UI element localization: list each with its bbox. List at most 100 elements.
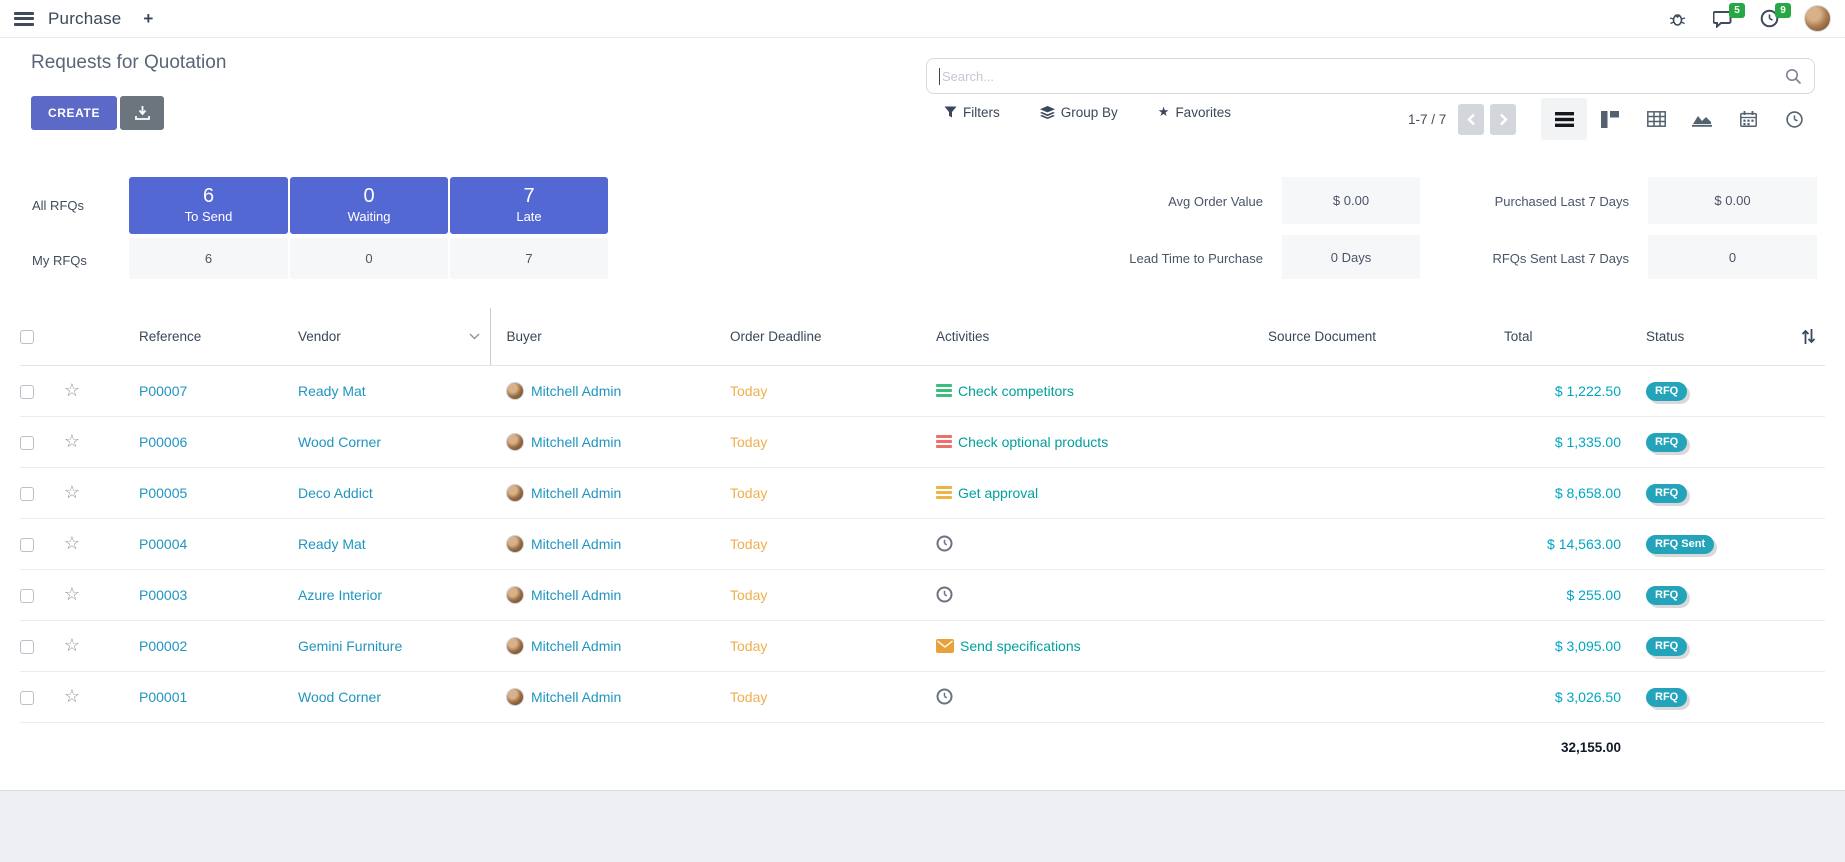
rfqs-sent-tile[interactable]: 0 [1648,235,1817,279]
table-footer-row: 32,155.00 [20,722,1825,773]
select-all-checkbox[interactable] [20,330,34,344]
vendor-link[interactable]: Gemini Furniture [298,638,402,654]
tile-my-to-send[interactable]: 6 [129,238,288,279]
header-order-deadline[interactable]: Order Deadline [714,308,924,365]
tile-late[interactable]: 7 Late [450,177,608,234]
activity-link[interactable]: Get approval [958,485,1038,501]
view-kanban-button[interactable] [1587,98,1633,140]
buyer-link[interactable]: Mitchell Admin [531,587,621,603]
view-list-button[interactable] [1541,98,1587,140]
row-checkbox[interactable] [20,589,34,603]
favorite-star-icon[interactable]: ☆ [64,686,80,706]
activity-list-icon[interactable] [936,435,952,449]
buyer-link[interactable]: Mitchell Admin [531,485,621,501]
table-row[interactable]: ☆ P00004 Ready Mat Mitchell Admin Today … [20,518,1825,569]
debug-bug-icon[interactable] [1666,8,1688,30]
header-reference[interactable]: Reference [98,308,268,365]
tile-my-late[interactable]: 7 [450,238,608,279]
table-row[interactable]: ☆ P00006 Wood Corner Mitchell Admin Toda… [20,416,1825,467]
search-input[interactable] [942,69,1785,84]
export-button[interactable] [120,96,164,130]
favorites-button[interactable]: ★ Favorites [1158,104,1231,120]
reference-link[interactable]: P00002 [139,638,187,654]
vendor-link[interactable]: Deco Addict [298,485,373,501]
star-icon: ★ [1158,104,1170,120]
view-calendar-button[interactable] [1725,98,1771,140]
my-rfqs-label: My RFQs [32,253,87,268]
table-row[interactable]: ☆ P00002 Gemini Furniture Mitchell Admin… [20,620,1825,671]
view-activity-button[interactable] [1771,98,1817,140]
favorite-star-icon[interactable]: ☆ [64,380,80,400]
row-checkbox[interactable] [20,538,34,552]
pager-next-button[interactable] [1490,104,1516,135]
reference-link[interactable]: P00001 [139,689,187,705]
buyer-link[interactable]: Mitchell Admin [531,689,621,705]
buyer-link[interactable]: Mitchell Admin [531,383,621,399]
header-source-document[interactable]: Source Document [1254,308,1504,365]
activity-link[interactable]: Check optional products [958,434,1108,450]
favorite-star-icon[interactable]: ☆ [64,482,80,502]
vendor-link[interactable]: Wood Corner [298,434,381,450]
view-pivot-button[interactable] [1633,98,1679,140]
vendor-link[interactable]: Wood Corner [298,689,381,705]
activity-list-icon[interactable] [936,384,952,398]
header-status[interactable]: Status [1621,308,1791,365]
favorite-star-icon[interactable]: ☆ [64,635,80,655]
reference-link[interactable]: P00005 [139,485,187,501]
new-tab-button[interactable]: + [143,9,153,29]
reference-link[interactable]: P00007 [139,383,187,399]
total-amount: $ 3,026.50 [1555,689,1621,705]
favorite-star-icon[interactable]: ☆ [64,431,80,451]
pager-previous-button[interactable] [1458,104,1484,135]
table-row[interactable]: ☆ P00007 Ready Mat Mitchell Admin Today … [20,365,1825,416]
favorite-star-icon[interactable]: ☆ [64,584,80,604]
tile-to-send[interactable]: 6 To Send [129,177,288,234]
table-row[interactable]: ☆ P00005 Deco Addict Mitchell Admin Toda… [20,467,1825,518]
activity-clock-icon[interactable] [936,688,953,705]
filters-button[interactable]: Filters [944,105,1000,120]
vendor-link[interactable]: Ready Mat [298,536,366,552]
app-title[interactable]: Purchase [48,9,121,29]
activity-link[interactable]: Send specifications [960,638,1081,654]
tile-my-waiting[interactable]: 0 [290,238,448,279]
search-bar [926,58,1815,94]
buyer-link[interactable]: Mitchell Admin [531,638,621,654]
main-menu-icon[interactable] [14,12,34,26]
purchased-last-7-days-tile[interactable]: $ 0.00 [1648,177,1817,224]
row-checkbox[interactable] [20,436,34,450]
messages-icon[interactable]: 5 [1712,8,1734,30]
reference-link[interactable]: P00004 [139,536,187,552]
activity-clock-icon[interactable] [936,535,953,552]
tile-waiting[interactable]: 0 Waiting [290,177,448,234]
favorite-star-icon[interactable]: ☆ [64,533,80,553]
table-row[interactable]: ☆ P00001 Wood Corner Mitchell Admin Toda… [20,671,1825,722]
search-icon[interactable] [1785,68,1802,85]
activity-list-icon[interactable] [936,486,952,500]
row-checkbox[interactable] [20,691,34,705]
row-checkbox[interactable] [20,487,34,501]
lead-time-tile[interactable]: 0 Days [1282,235,1420,279]
avg-order-value-tile[interactable]: $ 0.00 [1282,177,1420,224]
buyer-link[interactable]: Mitchell Admin [531,434,621,450]
reference-link[interactable]: P00003 [139,587,187,603]
reference-link[interactable]: P00006 [139,434,187,450]
buyer-link[interactable]: Mitchell Admin [531,536,621,552]
row-checkbox[interactable] [20,640,34,654]
user-avatar[interactable] [1804,5,1831,32]
create-button[interactable]: CREATE [31,96,117,130]
vendor-link[interactable]: Azure Interior [298,587,382,603]
vendor-link[interactable]: Ready Mat [298,383,366,399]
activity-link[interactable]: Check competitors [958,383,1074,399]
view-graph-button[interactable] [1679,98,1725,140]
adjust-columns-button[interactable] [1791,308,1825,365]
activity-mail-icon[interactable] [936,639,954,653]
header-total[interactable]: Total [1504,308,1621,365]
header-activities[interactable]: Activities [924,308,1254,365]
row-checkbox[interactable] [20,385,34,399]
group-by-button[interactable]: Group By [1040,105,1118,120]
activities-clock-icon[interactable]: 9 [1758,8,1780,30]
header-buyer[interactable]: Buyer [490,308,714,365]
table-row[interactable]: ☆ P00003 Azure Interior Mitchell Admin T… [20,569,1825,620]
header-vendor[interactable]: Vendor [268,308,490,365]
activity-clock-icon[interactable] [936,586,953,603]
